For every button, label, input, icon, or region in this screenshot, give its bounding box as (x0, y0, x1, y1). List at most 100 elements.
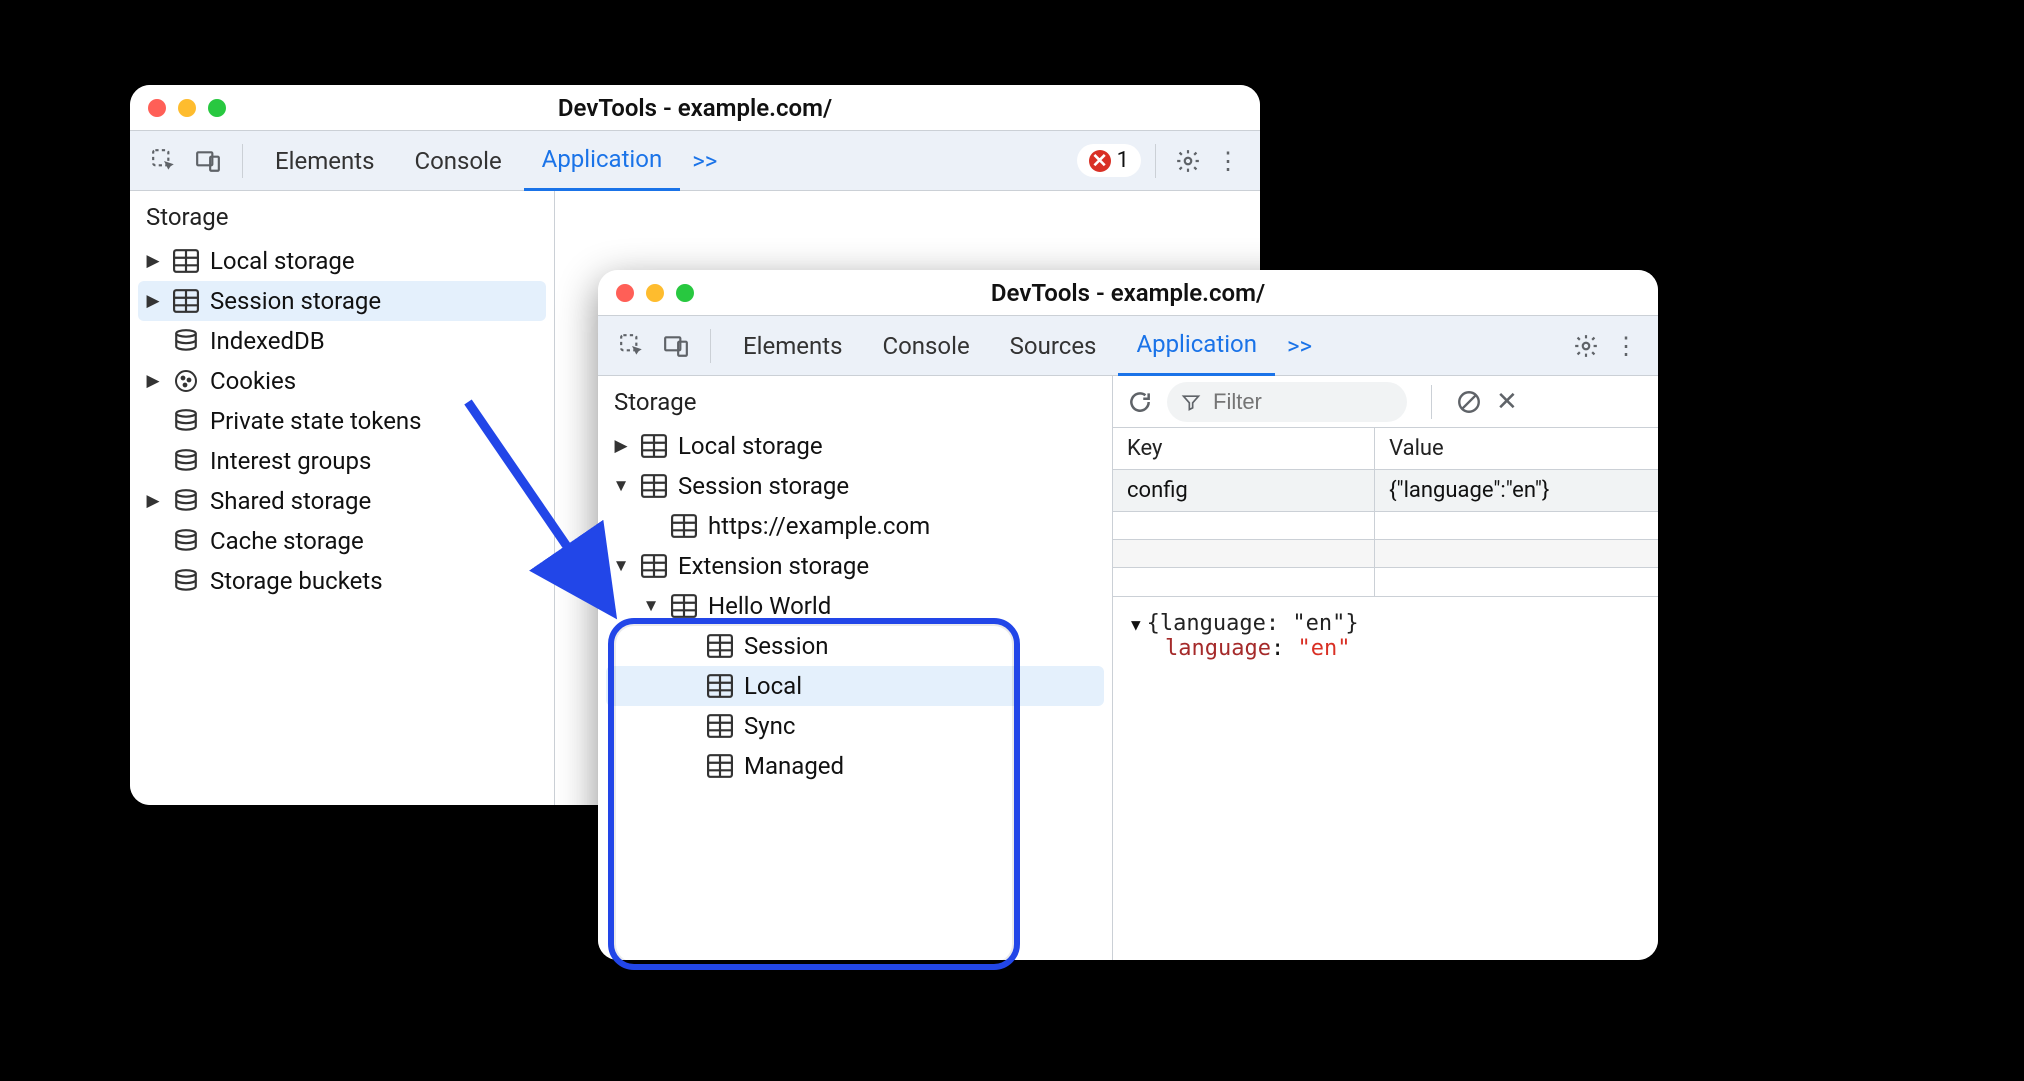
table-icon (706, 713, 734, 739)
tree-item-local-storage[interactable]: Local storage (598, 426, 1112, 466)
kebab-menu-icon[interactable]: ⋮ (1210, 147, 1246, 175)
table-icon (640, 553, 668, 579)
cell-key[interactable]: config (1113, 470, 1375, 512)
tree-item-session-storage[interactable]: Session storage (598, 466, 1112, 506)
table-row-empty (1113, 568, 1658, 596)
database-icon (172, 488, 200, 514)
tree-label: Interest groups (210, 447, 371, 475)
traffic-lights (616, 284, 694, 302)
chevron-down-icon[interactable] (612, 476, 630, 496)
filter-input[interactable] (1211, 388, 1371, 416)
table-row-empty (1113, 512, 1658, 540)
chevron-right-icon[interactable] (144, 491, 162, 511)
traffic-lights (148, 99, 226, 117)
tree-item-ext-local[interactable]: Local (606, 666, 1104, 706)
tree-item-storage-buckets[interactable]: Storage buckets (130, 561, 554, 601)
table-icon (706, 633, 734, 659)
minimize-window-button[interactable] (646, 284, 664, 302)
chevron-right-icon[interactable] (612, 436, 630, 456)
tree-item-extension-hello-world[interactable]: Hello World (598, 586, 1112, 626)
settings-icon[interactable] (1568, 333, 1604, 359)
filter-icon (1181, 392, 1201, 412)
table-row[interactable]: config {"language":"en"} (1113, 470, 1658, 512)
column-header-value[interactable]: Value (1375, 428, 1658, 470)
chevron-right-icon[interactable] (144, 251, 162, 271)
devtools-toolbar: Elements Console Sources Application >> … (598, 316, 1658, 376)
tree-item-session-storage[interactable]: Session storage (138, 281, 546, 321)
tab-label: Sources (1010, 332, 1097, 360)
tree-label: Local storage (678, 432, 823, 460)
tree-item-indexeddb[interactable]: IndexedDB (130, 321, 554, 361)
chevron-down-icon[interactable]: ▼ (1131, 615, 1141, 634)
error-count-value: 1 (1117, 148, 1129, 173)
tree-label: Local (744, 672, 802, 700)
device-toolbar-icon[interactable] (188, 141, 228, 181)
tree-item-interest-groups[interactable]: Interest groups (130, 441, 554, 481)
zoom-window-button[interactable] (208, 99, 226, 117)
chevron-right-icon[interactable] (144, 291, 162, 311)
more-tabs-button[interactable]: >> (684, 147, 725, 175)
kebab-menu-icon[interactable]: ⋮ (1608, 332, 1644, 360)
tree-item-cookies[interactable]: Cookies (130, 361, 554, 401)
clear-all-icon[interactable] (1456, 382, 1482, 422)
section-title: Storage (130, 191, 554, 237)
tab-console[interactable]: Console (396, 131, 519, 191)
tree-item-extension-storage[interactable]: Extension storage (598, 546, 1112, 586)
error-count[interactable]: ✕ 1 (1077, 144, 1141, 177)
preview-property-line[interactable]: language: "en" (1131, 636, 1640, 661)
database-icon (172, 408, 200, 434)
chevron-down-icon[interactable] (642, 596, 660, 616)
filter-input-wrapper[interactable] (1167, 382, 1407, 422)
tab-elements[interactable]: Elements (257, 131, 392, 191)
tab-label: Elements (743, 332, 842, 360)
tree-item-ext-managed[interactable]: Managed (598, 746, 1112, 786)
tab-console[interactable]: Console (864, 316, 987, 376)
tab-label: Console (414, 147, 501, 175)
tree-item-ext-session[interactable]: Session (598, 626, 1112, 666)
tab-elements[interactable]: Elements (725, 316, 860, 376)
cell-value[interactable]: {"language":"en"} (1375, 470, 1658, 512)
tree-item-cache-storage[interactable]: Cache storage (130, 521, 554, 561)
application-sidebar: Storage Local storage Session storage ht… (598, 376, 1113, 960)
titlebar: DevTools - example.com/ (598, 270, 1658, 316)
tree-label: Session storage (678, 472, 849, 500)
chevron-right-icon[interactable] (144, 371, 162, 391)
tab-application[interactable]: Application (1118, 316, 1275, 376)
tree-item-ext-sync[interactable]: Sync (598, 706, 1112, 746)
tree-item-private-state-tokens[interactable]: Private state tokens (130, 401, 554, 441)
divider (1155, 144, 1156, 178)
divider (1431, 385, 1432, 419)
inspect-element-icon[interactable] (612, 326, 652, 366)
settings-icon[interactable] (1170, 148, 1206, 174)
table-icon (670, 593, 698, 619)
device-toolbar-icon[interactable] (656, 326, 696, 366)
tree-label: Local storage (210, 247, 355, 275)
zoom-window-button[interactable] (676, 284, 694, 302)
storage-detail-pane: ✕ Key Value config {"language":"en"} (1113, 376, 1658, 960)
database-icon (172, 328, 200, 354)
database-icon (172, 448, 200, 474)
tree-label: Storage buckets (210, 567, 383, 595)
preview-summary-line[interactable]: ▼{language: "en"} (1131, 611, 1640, 636)
chevron-down-icon[interactable] (612, 556, 630, 576)
minimize-window-button[interactable] (178, 99, 196, 117)
tab-label: Console (882, 332, 969, 360)
tab-application[interactable]: Application (524, 131, 681, 191)
cookie-icon (172, 368, 200, 394)
close-window-button[interactable] (148, 99, 166, 117)
column-header-key[interactable]: Key (1113, 428, 1375, 470)
more-tabs-button[interactable]: >> (1279, 332, 1320, 360)
tree-item-session-origin[interactable]: https://example.com (598, 506, 1112, 546)
titlebar: DevTools - example.com/ (130, 85, 1260, 131)
tree-item-shared-storage[interactable]: Shared storage (130, 481, 554, 521)
tab-label: Application (1136, 330, 1257, 358)
tree-item-local-storage[interactable]: Local storage (130, 241, 554, 281)
close-window-button[interactable] (616, 284, 634, 302)
tree-label: Session (744, 632, 829, 660)
delete-selected-icon[interactable]: ✕ (1496, 382, 1518, 422)
inspect-element-icon[interactable] (144, 141, 184, 181)
window-title: DevTools - example.com/ (558, 94, 832, 122)
tab-sources[interactable]: Sources (992, 316, 1115, 376)
refresh-icon[interactable] (1127, 382, 1153, 422)
table-icon (640, 473, 668, 499)
